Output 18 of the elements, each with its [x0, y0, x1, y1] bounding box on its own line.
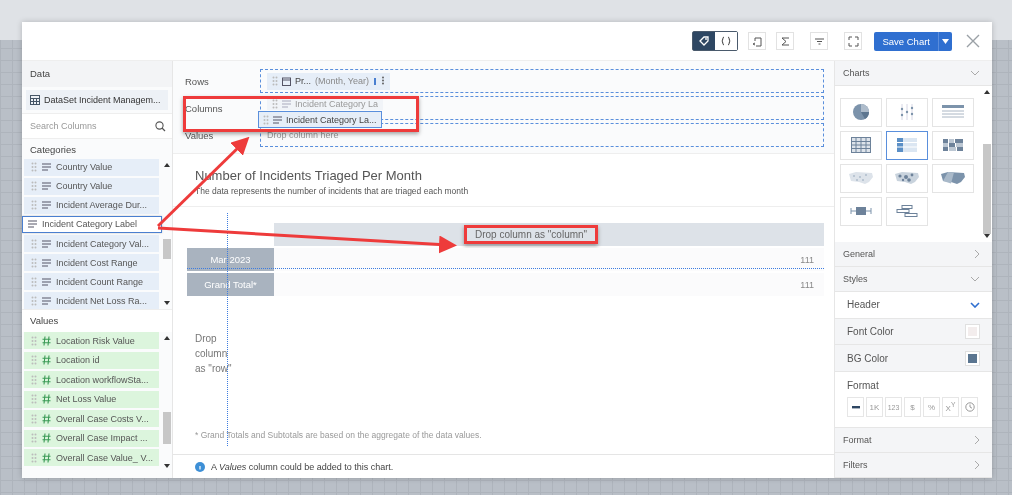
table-cell: 111 — [274, 248, 824, 271]
row-header: Mar 2023 — [187, 248, 274, 271]
shelf-label: Rows — [185, 75, 210, 87]
panel-header: Data — [22, 61, 172, 87]
format-label: Format — [847, 380, 880, 392]
table-cell: 111 — [274, 273, 824, 296]
drop-hint-label: Drop column as "column" — [464, 225, 599, 244]
row-header: Grand Total* — [187, 273, 274, 296]
section-label: Categories — [29, 143, 77, 157]
info-message: A Values column could be added to this chart. — [211, 461, 394, 472]
style-label: BG Color — [847, 352, 889, 364]
footnote: * Grand Totals and Subtotals are based on the aggregate of the data values. — [195, 430, 482, 440]
section-label: Values — [22, 309, 172, 332]
drop-hint-label: Drop column as "row" — [195, 332, 233, 376]
shelf-label: Columns — [185, 102, 224, 114]
shelf-label: Values — [185, 129, 215, 141]
dataset-name: DataSet Incident Managem... — [44, 95, 161, 105]
style-label: Font Color — [847, 325, 894, 337]
